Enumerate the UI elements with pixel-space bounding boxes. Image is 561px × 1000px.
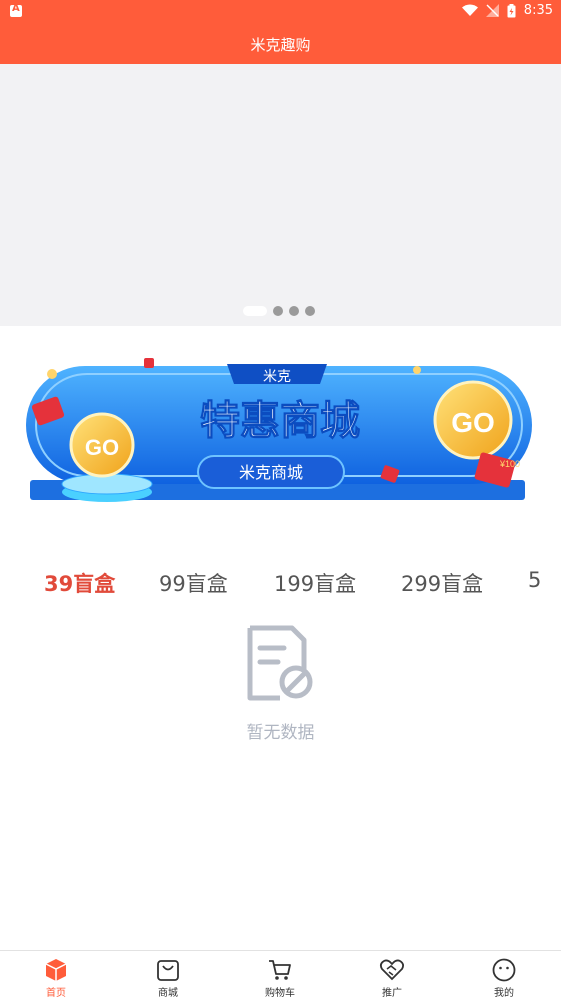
nav-mine-label: 我的: [494, 988, 514, 999]
tab-39-blind-box[interactable]: 39盲盒: [44, 568, 115, 598]
promo-button-label: 米克商城: [239, 463, 303, 482]
tab-199-blind-box[interactable]: 199盲盒: [274, 568, 356, 598]
coupon-text: ¥100: [499, 459, 520, 469]
no-data-icon: [247, 625, 313, 701]
status-icons: 8:35: [461, 3, 553, 18]
nav-mall-label: 商城: [158, 988, 178, 999]
nav-promote[interactable]: 推广: [336, 951, 448, 1000]
promo-banner[interactable]: 米克 特惠商城 米克商城 GO GO ¥100: [22, 352, 537, 512]
handshake-icon: [379, 959, 405, 981]
carousel-dots: [243, 306, 315, 316]
go-coin-left: GO: [85, 435, 119, 460]
go-coin-right: GO: [451, 407, 495, 438]
battery-icon: [507, 3, 516, 17]
carousel-banner[interactable]: [0, 64, 561, 326]
nav-home[interactable]: 首页: [0, 951, 112, 1000]
status-bar: 8:35: [0, 0, 561, 24]
status-time: 8:35: [523, 3, 553, 18]
nav-cart[interactable]: 购物车: [224, 951, 336, 1000]
bottom-nav: 首页 商城 购物车 推广 我的: [0, 950, 561, 1000]
carousel-dot[interactable]: [289, 306, 299, 316]
empty-state-text: 暂无数据: [246, 723, 315, 743]
promo-title: 特惠商城: [200, 398, 360, 444]
nav-mine[interactable]: 我的: [448, 951, 560, 1000]
cart-icon: [269, 960, 291, 980]
nav-mall[interactable]: 商城: [112, 951, 224, 1000]
promo-top-label: 米克: [263, 368, 291, 384]
nav-home-label: 首页: [46, 988, 66, 999]
shopping-bag-icon: [157, 960, 179, 981]
tab-299-blind-box[interactable]: 299盲盒: [401, 568, 483, 598]
tab-99-blind-box[interactable]: 99盲盒: [159, 568, 228, 598]
app-header: 米克趣购: [0, 24, 561, 64]
a-icon: [10, 3, 22, 17]
page-title: 米克趣购: [250, 35, 311, 54]
carousel-dot[interactable]: [305, 306, 315, 316]
nav-cart-label: 购物车: [265, 988, 295, 999]
carousel-dot-active[interactable]: [243, 306, 267, 316]
carousel-dot[interactable]: [273, 306, 283, 316]
category-tabs: 39盲盒 99盲盒 199盲盒 299盲盒 5: [0, 564, 561, 604]
wifi-icon: [461, 4, 478, 16]
tab-more-blind-box[interactable]: 5: [528, 568, 541, 592]
face-icon: [492, 958, 516, 982]
home-box-icon: [45, 959, 67, 981]
no-signal-icon: [485, 4, 499, 17]
nav-promote-label: 推广: [382, 988, 402, 999]
